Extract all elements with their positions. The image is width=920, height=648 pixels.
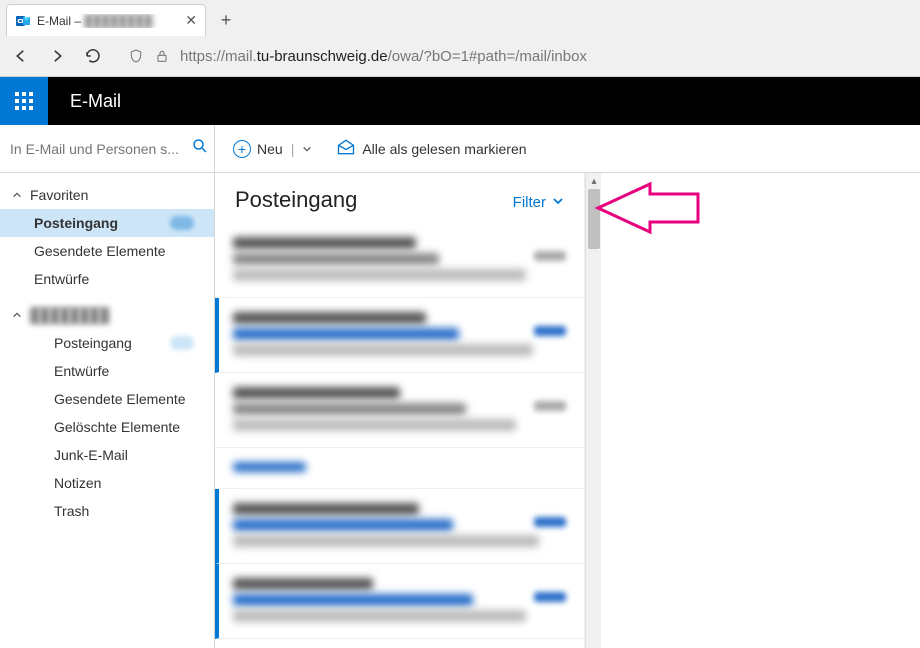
reload-button[interactable] [82,45,104,67]
message-list [215,223,584,648]
tab-strip: E-Mail – ████████ ✕ + [0,0,920,36]
sidebar-item-entwuerfe[interactable]: Entwürfe [0,265,214,293]
chevron-up-icon [12,190,22,200]
url-bar[interactable]: https://mail.tu-braunschweig.de/owa/?bO=… [118,48,910,65]
account-section: ████████ Posteingang Entwürfe Gesendete … [0,293,214,525]
scroll-thumb[interactable] [588,189,600,249]
favorites-section: Favoriten Posteingang Gesendete Elemente… [0,173,214,293]
message-time [534,517,566,527]
chevron-down-icon [552,194,564,211]
mail-open-icon [336,137,356,160]
app-header: E-Mail [0,77,920,125]
plus-circle-icon: + [233,140,251,158]
tab-title: E-Mail – ████████ [37,14,179,28]
nav-bar: https://mail.tu-braunschweig.de/owa/?bO=… [0,36,920,76]
message-item[interactable] [215,223,584,298]
message-time [534,592,566,602]
browser-chrome: E-Mail – ████████ ✕ + https://mail.tu-br… [0,0,920,77]
new-tab-button[interactable]: + [212,6,240,34]
close-tab-icon[interactable]: ✕ [185,12,197,29]
unread-badge [170,216,194,230]
search-input[interactable] [10,141,191,157]
outlook-icon [15,13,31,29]
message-item[interactable] [215,489,584,564]
mark-all-read-button[interactable]: Alle als gelesen markieren [336,137,526,160]
sidebar-item-label: Trash [54,503,89,519]
content-area: + Neu | Alle als gelesen markieren Poste… [215,125,920,648]
list-heading: Posteingang [235,187,357,213]
sidebar-item-label: Gelöschte Elemente [54,419,180,435]
sidebar-item-label: Junk-E-Mail [54,447,128,463]
chevron-up-icon [12,310,22,320]
filter-button[interactable]: Filter [513,194,564,211]
sidebar-item-label: Gesendete Elemente [34,243,166,259]
sidebar-item-gesendete[interactable]: Gesendete Elemente [0,237,214,265]
browser-tab[interactable]: E-Mail – ████████ ✕ [6,4,206,36]
waffle-icon [15,92,33,110]
message-time [534,401,566,411]
sidebar-item-label: Entwürfe [34,271,89,287]
sidebar-item-label: Notizen [54,475,101,491]
message-time [534,251,566,261]
search-icon[interactable] [191,137,209,160]
message-group-header[interactable] [215,448,584,489]
chevron-down-icon [302,141,312,157]
sidebar-item-trash[interactable]: Trash [0,497,214,525]
list-header: Posteingang Filter [215,173,584,223]
app-launcher-button[interactable] [0,77,48,125]
main-layout: Favoriten Posteingang Gesendete Elemente… [0,125,920,648]
reading-pane [601,173,920,648]
back-button[interactable] [10,45,32,67]
account-header[interactable]: ████████ [0,301,214,329]
favorites-label: Favoriten [30,187,88,203]
sidebar-item-junk[interactable]: Junk-E-Mail [0,441,214,469]
sidebar-item-geloeschte[interactable]: Gelöschte Elemente [0,413,214,441]
message-time [534,326,566,336]
favorites-header[interactable]: Favoriten [0,181,214,209]
message-item[interactable] [215,298,584,373]
new-label: Neu [257,141,283,157]
account-name-blurred: ████████ [30,307,109,323]
new-button[interactable]: + Neu | [233,140,312,158]
sidebar-item-label: Posteingang [54,335,132,351]
unread-badge [170,336,194,350]
sidebar-item-entwuerfe-acct[interactable]: Entwürfe [0,357,214,385]
scroll-up-icon[interactable]: ▴ [586,173,602,189]
sidebar-item-label: Entwürfe [54,363,109,379]
filter-label: Filter [513,194,546,211]
url-text: https://mail.tu-braunschweig.de/owa/?bO=… [180,48,587,65]
sidebar-item-posteingang-acct[interactable]: Posteingang [0,329,214,357]
sidebar-item-label: Gesendete Elemente [54,391,186,407]
message-item[interactable] [215,373,584,448]
list-wrap: Posteingang Filter [215,173,920,648]
toolbar: + Neu | Alle als gelesen markieren [215,125,920,173]
shield-icon [128,48,144,64]
lock-icon [154,48,170,64]
forward-button[interactable] [46,45,68,67]
search-row [0,125,214,173]
sidebar: Favoriten Posteingang Gesendete Elemente… [0,125,215,648]
sidebar-item-label: Posteingang [34,215,118,231]
scrollbar[interactable]: ▴ [585,173,601,648]
sidebar-item-notizen[interactable]: Notizen [0,469,214,497]
app-title: E-Mail [70,91,121,112]
message-item[interactable] [215,564,584,639]
message-list-column: Posteingang Filter [215,173,585,648]
sidebar-item-gesendete-acct[interactable]: Gesendete Elemente [0,385,214,413]
mark-all-read-label: Alle als gelesen markieren [362,141,526,157]
sidebar-item-posteingang[interactable]: Posteingang [0,209,214,237]
